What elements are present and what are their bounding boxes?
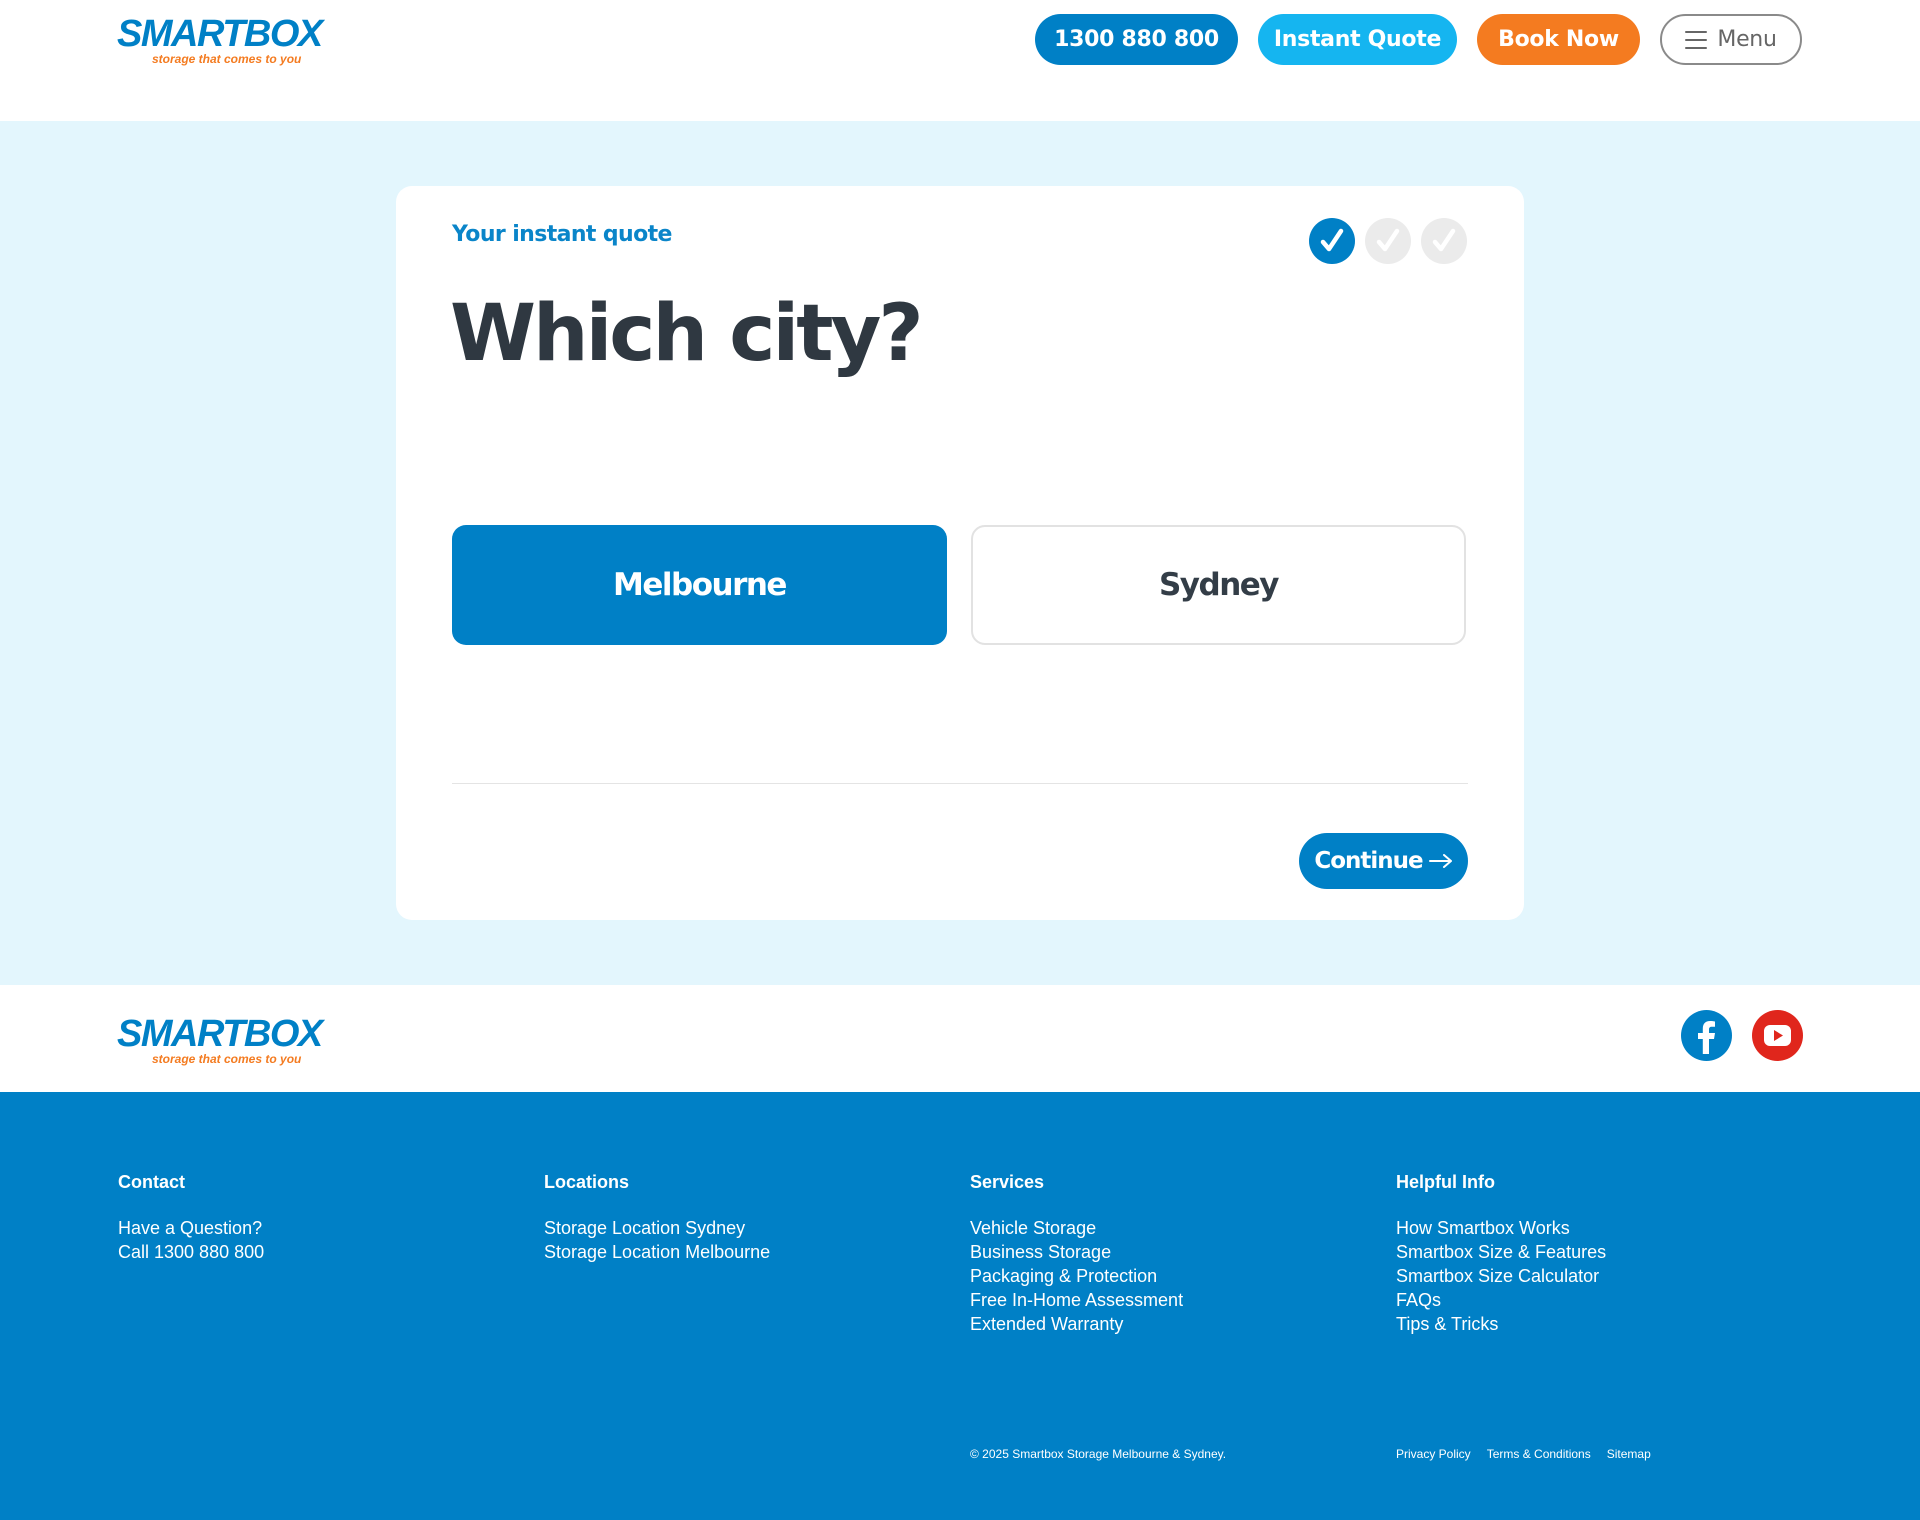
footer-column-services: Services Vehicle Storage Business Storag… xyxy=(970,1172,1370,1336)
footer-link[interactable]: Storage Location Sydney xyxy=(544,1216,944,1240)
footer-link[interactable]: Extended Warranty xyxy=(970,1312,1370,1336)
facebook-icon[interactable] xyxy=(1681,1010,1732,1061)
footer-link[interactable]: Free In-Home Assessment xyxy=(970,1288,1370,1312)
privacy-policy-link[interactable]: Privacy Policy xyxy=(1396,1447,1471,1461)
page-title: Which city? xyxy=(450,289,924,379)
footer-link[interactable]: Smartbox Size & Features xyxy=(1396,1240,1796,1264)
step-3-check-icon xyxy=(1421,218,1467,264)
city-option-sydney[interactable]: Sydney xyxy=(971,525,1466,645)
footer-smartbox-logo[interactable]: SMARTBOX storage that comes to you xyxy=(117,1012,339,1068)
book-now-button[interactable]: Book Now xyxy=(1477,14,1640,65)
footer-brand-bar: SMARTBOX storage that comes to you xyxy=(0,985,1920,1092)
footer-column-locations: Locations Storage Location Sydney Storag… xyxy=(544,1172,944,1264)
footer-heading: Helpful Info xyxy=(1396,1172,1495,1192)
footer-link[interactable]: Tips & Tricks xyxy=(1396,1312,1796,1336)
footer-heading: Services xyxy=(970,1172,1045,1192)
footer-link[interactable]: Smartbox Size Calculator xyxy=(1396,1264,1796,1288)
footer-link[interactable]: Call 1300 880 800 xyxy=(118,1240,518,1264)
continue-button[interactable]: Continue xyxy=(1299,833,1468,889)
svg-text:storage that comes to you: storage that comes to you xyxy=(152,1052,302,1066)
quote-section: Your instant quote Which city? Melbourne… xyxy=(0,121,1920,985)
menu-label: Menu xyxy=(1717,27,1777,52)
continue-label: Continue xyxy=(1314,848,1423,874)
step-2-check-icon xyxy=(1365,218,1411,264)
quote-kicker: Your instant quote xyxy=(452,222,672,247)
phone-button[interactable]: 1300 880 800 xyxy=(1035,14,1238,65)
svg-text:SMARTBOX: SMARTBOX xyxy=(117,1013,326,1055)
footer-column-helpful-info: Helpful Info How Smartbox Works Smartbox… xyxy=(1396,1172,1796,1336)
copyright: © 2025 Smartbox Storage Melbourne & Sydn… xyxy=(970,1447,1227,1461)
quote-card: Your instant quote Which city? Melbourne… xyxy=(396,186,1524,920)
terms-link[interactable]: Terms & Conditions xyxy=(1487,1447,1591,1461)
youtube-icon[interactable] xyxy=(1752,1010,1803,1061)
divider xyxy=(452,783,1468,784)
footer-heading: Contact xyxy=(118,1172,185,1192)
svg-text:storage that comes to you: storage that comes to you xyxy=(152,52,302,66)
menu-button[interactable]: Menu xyxy=(1660,14,1802,65)
footer-column-contact: Contact Have a Question? Call 1300 880 8… xyxy=(118,1172,518,1264)
step-indicator xyxy=(1309,218,1467,264)
footer-link[interactable]: Have a Question? xyxy=(118,1216,518,1240)
city-options: Melbourne Sydney xyxy=(452,525,1466,645)
footer-heading: Locations xyxy=(544,1172,630,1192)
footer-link[interactable]: How Smartbox Works xyxy=(1396,1216,1796,1240)
footer-link[interactable]: Packaging & Protection xyxy=(970,1264,1370,1288)
site-header: SMARTBOX storage that comes to you 1300 … xyxy=(0,0,1920,121)
footer-link[interactable]: FAQs xyxy=(1396,1288,1796,1312)
smartbox-logo[interactable]: SMARTBOX storage that comes to you xyxy=(117,12,339,68)
instant-quote-button[interactable]: Instant Quote xyxy=(1258,14,1457,65)
site-footer: Contact Have a Question? Call 1300 880 8… xyxy=(0,1092,1920,1520)
svg-text:SMARTBOX: SMARTBOX xyxy=(117,13,326,55)
hamburger-icon xyxy=(1685,30,1708,49)
legal-links: Privacy Policy Terms & Conditions Sitema… xyxy=(1396,1447,1651,1461)
footer-link[interactable]: Storage Location Melbourne xyxy=(544,1240,944,1264)
footer-link[interactable]: Business Storage xyxy=(970,1240,1370,1264)
city-option-melbourne[interactable]: Melbourne xyxy=(452,525,947,645)
step-1-check-icon xyxy=(1309,218,1355,264)
arrow-right-icon xyxy=(1428,854,1452,868)
sitemap-link[interactable]: Sitemap xyxy=(1607,1447,1651,1461)
footer-link[interactable]: Vehicle Storage xyxy=(970,1216,1370,1240)
